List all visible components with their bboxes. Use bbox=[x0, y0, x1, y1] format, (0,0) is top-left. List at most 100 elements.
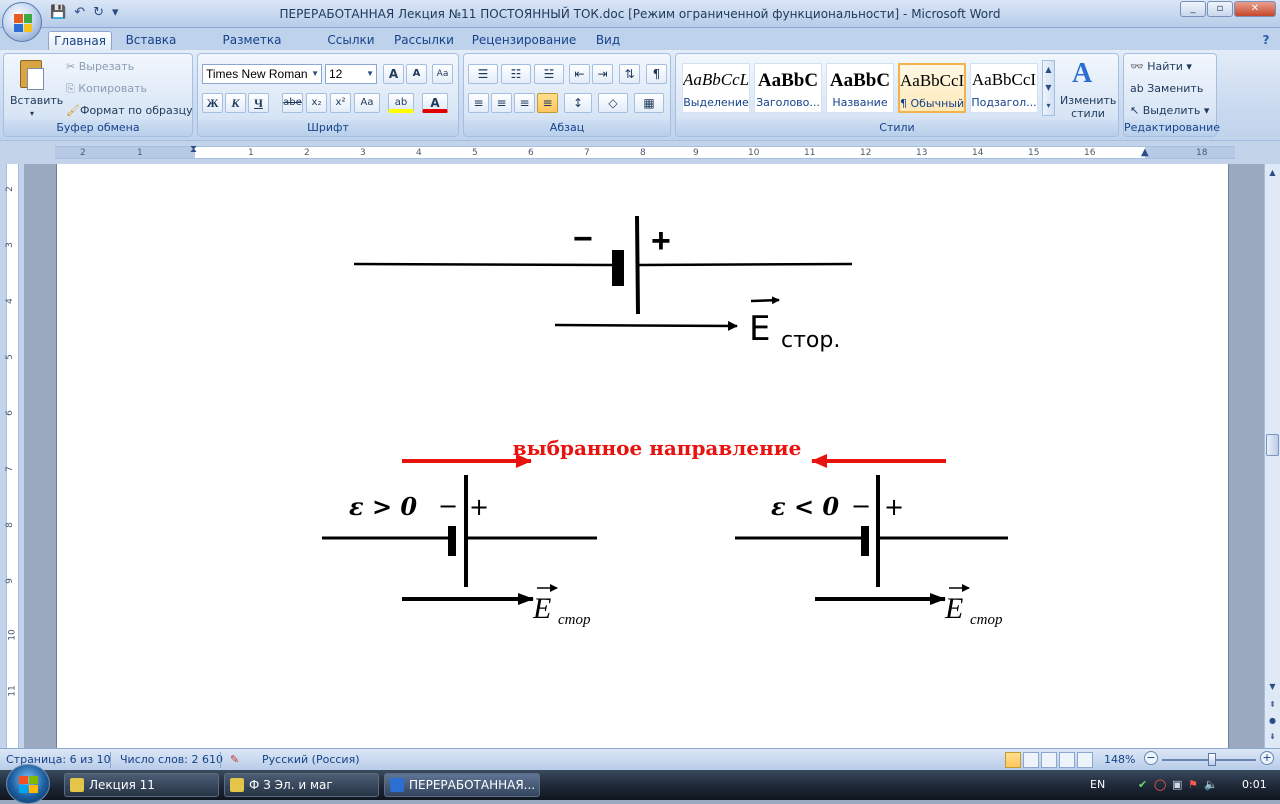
select-button[interactable]: ↖ Выделить ▾ bbox=[1130, 104, 1209, 117]
format-painter-button[interactable]: 🖌Формат по образцу bbox=[66, 104, 193, 117]
copy-button[interactable]: ⎘ Копировать bbox=[66, 82, 147, 96]
numbering-button[interactable]: ☷ bbox=[501, 64, 531, 84]
maximize-button[interactable]: ▫ bbox=[1207, 1, 1233, 17]
align-center-button[interactable]: ≡ bbox=[491, 93, 512, 113]
align-left-button[interactable]: ≡ bbox=[468, 93, 489, 113]
tab-view[interactable]: Вид bbox=[590, 31, 626, 50]
cursor-icon: ↖ bbox=[1130, 104, 1143, 117]
zoom-level[interactable]: 148% bbox=[1104, 753, 1135, 766]
opera-icon[interactable]: ◯ bbox=[1154, 778, 1166, 791]
taskbar-item-lecture-11[interactable]: Лекция 11 bbox=[64, 773, 219, 797]
font-name-combo[interactable]: Times New Roman ▼ bbox=[202, 64, 322, 84]
tab-page-layout[interactable]: Разметка страницы bbox=[192, 31, 312, 65]
ribbon: Вставить ▾ ✂ Вырезать ⎘ Копировать 🖌Форм… bbox=[0, 50, 1280, 140]
help-icon[interactable]: ? bbox=[1258, 31, 1274, 50]
bold-button[interactable]: Ж bbox=[202, 93, 223, 113]
print-layout-view-icon[interactable] bbox=[1005, 752, 1021, 768]
scroll-thumb[interactable] bbox=[1266, 434, 1279, 456]
subscript-button[interactable]: x₂ bbox=[306, 93, 327, 113]
vertical-scrollbar[interactable]: ▲ ▼ ⇞ ● ⇟ bbox=[1264, 164, 1280, 748]
tray-warning-icon[interactable]: ⚑ bbox=[1188, 778, 1198, 791]
office-button[interactable] bbox=[2, 2, 42, 42]
zoom-slider-thumb[interactable] bbox=[1208, 753, 1216, 766]
tray-app-icon[interactable]: ▣ bbox=[1172, 778, 1182, 791]
proofing-icon[interactable]: ✎ bbox=[230, 753, 239, 766]
document-workspace: − + E стор. выбранное направление ε > 0 … bbox=[24, 164, 1264, 748]
outline-view-icon[interactable] bbox=[1059, 752, 1075, 768]
word-icon bbox=[390, 778, 404, 792]
replace-button[interactable]: ab Заменить bbox=[1130, 82, 1203, 95]
clock[interactable]: 0:01 bbox=[1242, 778, 1267, 791]
right-indent-marker-icon[interactable]: ▲ bbox=[1141, 147, 1149, 158]
tab-references[interactable]: Ссылки bbox=[322, 31, 380, 50]
paste-icon[interactable] bbox=[16, 58, 46, 92]
horizontal-ruler[interactable]: 2 1 1 2 3 4 5 6 7 8 9 10 11 12 13 14 15 … bbox=[0, 140, 1280, 164]
font-group: Times New Roman ▼ 12 ▼ A A Aa Ж К Ч abe x₂… bbox=[197, 53, 459, 137]
document-page[interactable]: − + E стор. выбранное направление ε > 0 … bbox=[56, 164, 1229, 748]
sort-button[interactable]: ⇅ bbox=[619, 64, 640, 84]
style-normal[interactable]: AaBbCcI ¶ Обычный bbox=[898, 63, 966, 113]
clear-formatting-button[interactable]: Aa bbox=[432, 64, 453, 84]
styles-gallery-scroll[interactable]: ▲ ▼ ▾ bbox=[1042, 60, 1055, 116]
bullets-button[interactable]: ☰ bbox=[468, 64, 498, 84]
browse-object-icon[interactable]: ● bbox=[1266, 714, 1279, 728]
left-vector-e-label: E bbox=[532, 592, 551, 625]
zoom-in-button[interactable]: + bbox=[1260, 751, 1274, 765]
shrink-font-button[interactable]: A bbox=[406, 64, 427, 84]
font-color-button[interactable]: A bbox=[422, 93, 448, 113]
taskbar-item-word-document[interactable]: ПЕРЕРАБОТАННАЯ... bbox=[384, 773, 540, 797]
decrease-indent-button[interactable]: ⇤ bbox=[569, 64, 590, 84]
prev-page-icon[interactable]: ⇞ bbox=[1266, 698, 1279, 712]
tab-mailings[interactable]: Рассылки bbox=[390, 31, 458, 50]
italic-button[interactable]: К bbox=[225, 93, 246, 113]
increase-indent-button[interactable]: ⇥ bbox=[592, 64, 613, 84]
taskbar-item-fz-el-mag[interactable]: Ф З Эл. и маг bbox=[224, 773, 379, 797]
full-screen-view-icon[interactable] bbox=[1023, 752, 1039, 768]
word-count[interactable]: Число слов: 2 610 bbox=[120, 753, 223, 766]
strikethrough-button[interactable]: abe bbox=[282, 93, 303, 113]
indent-marker-icon[interactable]: ⧗ bbox=[190, 144, 197, 155]
web-layout-view-icon[interactable] bbox=[1041, 752, 1057, 768]
cut-button[interactable]: ✂ Вырезать bbox=[66, 60, 134, 73]
style-emphasis[interactable]: AaBbCcL Выделение bbox=[682, 63, 750, 113]
style-title[interactable]: AaBbC Название bbox=[826, 63, 894, 113]
superscript-button[interactable]: x² bbox=[330, 93, 351, 113]
tab-review[interactable]: Рецензирование bbox=[468, 31, 580, 50]
top-subscript-label: стор. bbox=[781, 328, 840, 353]
view-buttons bbox=[1005, 752, 1099, 768]
tab-home[interactable]: Главная bbox=[48, 31, 112, 50]
change-styles-button[interactable]: Изменить стили bbox=[1060, 94, 1116, 120]
shading-button[interactable]: ◇ bbox=[598, 93, 628, 113]
line-spacing-button[interactable]: ↕ bbox=[564, 93, 592, 113]
font-size-combo[interactable]: 12 ▼ bbox=[325, 64, 377, 84]
scroll-down-icon[interactable]: ▼ bbox=[1266, 680, 1279, 694]
zoom-out-button[interactable]: − bbox=[1144, 751, 1158, 765]
style-heading[interactable]: AaBbC Заголово... bbox=[754, 63, 822, 113]
language-indicator[interactable]: Русский (Россия) bbox=[262, 753, 360, 766]
borders-button[interactable]: ▦ bbox=[634, 93, 664, 113]
network-icon[interactable]: ✔ bbox=[1138, 778, 1147, 791]
volume-icon[interactable]: 🔈 bbox=[1204, 778, 1218, 791]
tab-insert[interactable]: Вставка bbox=[120, 31, 182, 50]
top-wire-left bbox=[353, 262, 614, 267]
paste-button[interactable]: Вставить bbox=[10, 94, 63, 107]
highlight-button[interactable]: ab bbox=[388, 93, 414, 113]
change-case-button[interactable]: Aa bbox=[354, 93, 380, 113]
minimize-button[interactable]: _ bbox=[1180, 1, 1206, 17]
top-vector-arrow-icon bbox=[750, 296, 780, 305]
start-button[interactable] bbox=[6, 764, 50, 804]
find-button[interactable]: 👓 Найти ▾ bbox=[1130, 60, 1192, 73]
style-subtitle[interactable]: AaBbCcI Подзагол... bbox=[970, 63, 1038, 113]
align-right-button[interactable]: ≡ bbox=[514, 93, 535, 113]
show-marks-button[interactable]: ¶ bbox=[646, 64, 667, 84]
language-tray-indicator[interactable]: EN bbox=[1090, 778, 1105, 791]
multilevel-list-button[interactable]: ☱ bbox=[534, 64, 564, 84]
grow-font-button[interactable]: A bbox=[383, 64, 404, 84]
binoculars-icon: 👓 bbox=[1130, 60, 1148, 73]
underline-button[interactable]: Ч bbox=[248, 93, 269, 113]
scroll-up-icon[interactable]: ▲ bbox=[1266, 166, 1279, 180]
next-page-icon[interactable]: ⇟ bbox=[1266, 730, 1279, 744]
justify-button[interactable]: ≡ bbox=[537, 93, 558, 113]
draft-view-icon[interactable] bbox=[1077, 752, 1093, 768]
close-button[interactable]: ✕ bbox=[1234, 1, 1276, 17]
